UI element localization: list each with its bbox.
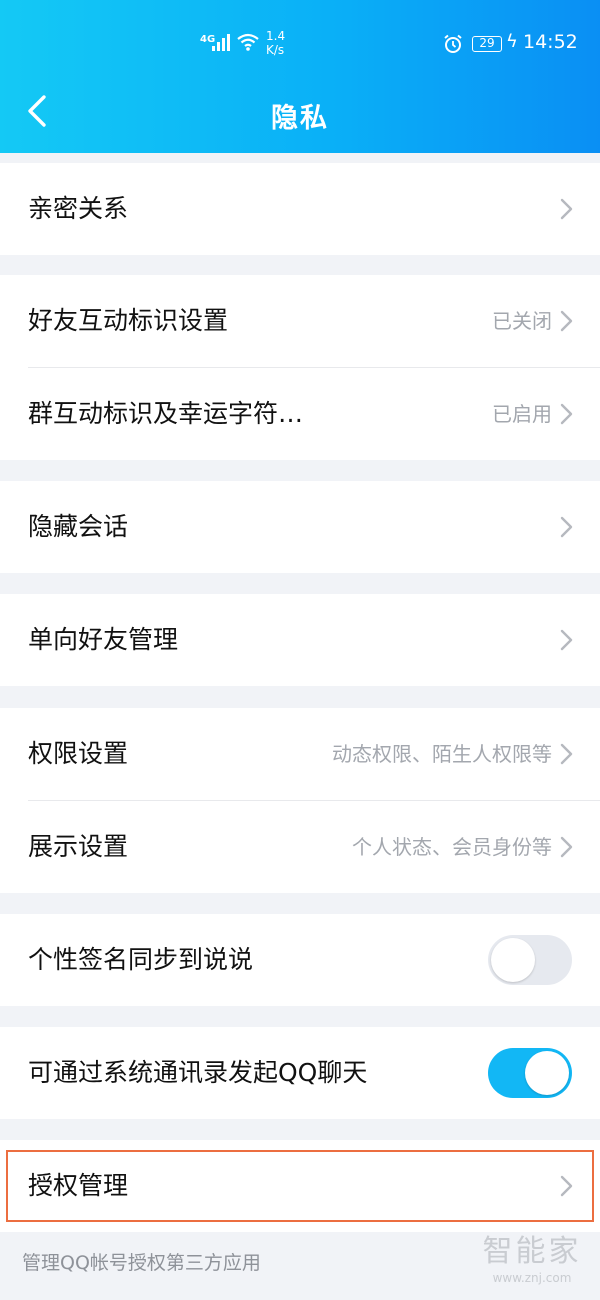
row-contacts-qq-chat: 可通过系统通讯录发起QQ聊天 xyxy=(0,1027,600,1119)
status-bar: 4G 1.4 K/s 29 ϟ 14:52 xyxy=(0,28,600,62)
battery-level: 29 xyxy=(479,36,495,50)
title-bar: 4G 1.4 K/s 29 ϟ 14:52 隐私 xyxy=(0,0,600,153)
row-hidden-chats[interactable]: 隐藏会话 xyxy=(0,481,600,573)
charging-icon: ϟ xyxy=(506,31,518,52)
group-intimate: 亲密关系 xyxy=(0,163,600,255)
toggle-knob xyxy=(491,938,535,982)
alarm-icon xyxy=(444,34,462,53)
signature-sync-toggle[interactable] xyxy=(488,935,572,985)
row-value: 已关闭 xyxy=(492,309,552,333)
group-signature-sync: 个性签名同步到说说 xyxy=(0,914,600,1006)
row-one-way-friends[interactable]: 单向好友管理 xyxy=(0,594,600,686)
row-value: 个人状态、会员身份等 xyxy=(352,835,552,859)
chevron-right-icon xyxy=(560,516,573,538)
group-contacts-chat: 可通过系统通讯录发起QQ聊天 xyxy=(0,1027,600,1119)
chevron-right-icon xyxy=(560,629,573,651)
group-hidden-chats: 隐藏会话 xyxy=(0,481,600,573)
battery-icon: 29 xyxy=(472,36,502,52)
chevron-right-icon xyxy=(560,403,573,425)
row-permission-settings[interactable]: 权限设置 动态权限、陌生人权限等 xyxy=(0,708,600,800)
toggle-knob xyxy=(525,1051,569,1095)
group-interaction-marks: 好友互动标识设置 已关闭 群互动标识及幸运字符… 已启用 xyxy=(0,275,600,460)
row-signature-sync: 个性签名同步到说说 xyxy=(0,914,600,1006)
row-group-interaction-mark[interactable]: 群互动标识及幸运字符… 已启用 xyxy=(0,368,600,460)
chevron-right-icon xyxy=(560,743,573,765)
wifi-icon xyxy=(237,33,259,51)
watermark: 智能家 www.znj.com xyxy=(482,1234,582,1285)
row-display-settings[interactable]: 展示设置 个人状态、会员身份等 xyxy=(0,801,600,893)
row-value: 已启用 xyxy=(492,402,552,426)
page-title: 隐私 xyxy=(271,103,329,134)
group-permissions: 权限设置 动态权限、陌生人权限等 展示设置 个人状态、会员身份等 xyxy=(0,708,600,893)
clock: 14:52 xyxy=(523,31,578,53)
row-intimate-relationship[interactable]: 亲密关系 xyxy=(0,163,600,255)
footer-note: 管理QQ帐号授权第三方应用 xyxy=(22,1252,261,1274)
row-value: 动态权限、陌生人权限等 xyxy=(332,742,552,766)
contacts-chat-toggle[interactable] xyxy=(488,1048,572,1098)
network-speed: 1.4 K/s xyxy=(266,29,286,57)
highlight-box xyxy=(6,1150,594,1222)
row-friend-interaction-mark[interactable]: 好友互动标识设置 已关闭 xyxy=(0,275,600,367)
signal-icon xyxy=(212,34,230,51)
group-one-way-friends: 单向好友管理 xyxy=(0,594,600,686)
chevron-right-icon xyxy=(560,310,573,332)
chevron-right-icon xyxy=(560,836,573,858)
chevron-right-icon xyxy=(560,198,573,220)
